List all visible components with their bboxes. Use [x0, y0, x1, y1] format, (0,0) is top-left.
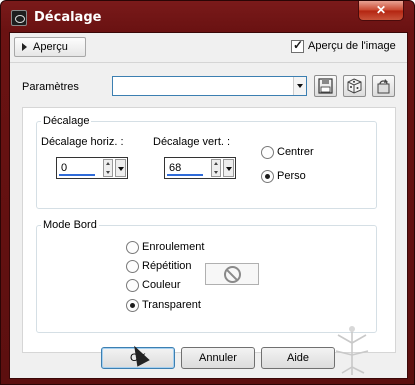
vertical-offset-value: 68 [169, 162, 182, 174]
preview-toggle-button[interactable]: Aperçu [14, 37, 86, 57]
presets-label: Paramètres [22, 81, 79, 93]
close-button[interactable]: ✕ [358, 1, 404, 21]
transparent-radio[interactable] [126, 299, 139, 312]
wrap-radio-label: Enroulement [142, 241, 205, 253]
no-color-icon [224, 266, 241, 283]
window-title: Décalage [34, 10, 102, 25]
vertical-offset-spinner[interactable]: 68 [164, 157, 236, 179]
wrap-radio[interactable] [126, 241, 139, 254]
repeat-radio-label: Répétition [142, 260, 192, 272]
random-preset-button[interactable] [343, 75, 366, 97]
preview-checkbox-label: Aperçu de l'image [308, 40, 396, 52]
color-swatch[interactable] [205, 263, 259, 285]
expand-arrow-icon [22, 43, 27, 51]
spin-dropdown-icon[interactable] [223, 159, 234, 177]
horizontal-offset-value: 0 [61, 162, 68, 174]
offset-group: Décalage Décalage horiz. : 0 Décalage ve… [36, 115, 377, 209]
separator [10, 62, 407, 63]
custom-radio-label: Perso [277, 170, 306, 182]
save-preset-button[interactable] [314, 75, 337, 97]
value-underline [167, 174, 203, 176]
horizontal-offset-spinner[interactable]: 0 [56, 157, 128, 179]
center-radio[interactable] [261, 146, 274, 159]
vertical-offset-label: Décalage vert. : [153, 136, 231, 148]
horizontal-offset-label: Décalage horiz. : [41, 136, 124, 148]
spin-dropdown-icon[interactable] [115, 159, 126, 177]
dropdown-arrow-icon[interactable] [293, 77, 306, 95]
color-radio-label: Couleur [142, 279, 181, 291]
save-icon [318, 78, 333, 94]
repeat-radio[interactable] [126, 260, 139, 273]
reset-preset-button[interactable] [372, 75, 395, 97]
preview-checkbox[interactable]: ✓ [291, 38, 304, 53]
offset-group-title: Décalage [41, 115, 92, 127]
custom-radio[interactable] [261, 170, 274, 183]
app-icon [11, 10, 27, 26]
reset-icon [377, 79, 390, 94]
settings-panel: Décalage Décalage horiz. : 0 Décalage ve… [22, 107, 396, 353]
center-radio-label: Centrer [277, 146, 314, 158]
help-button[interactable]: Aide [261, 347, 335, 369]
presets-dropdown[interactable] [112, 76, 307, 96]
title-bar[interactable]: Décalage ✕ [1, 1, 414, 33]
spin-updown-icon[interactable] [211, 159, 221, 177]
spin-updown-icon[interactable] [103, 159, 113, 177]
preview-toggle-label: Aperçu [33, 41, 68, 53]
cancel-button[interactable]: Annuler [181, 347, 255, 369]
color-radio[interactable] [126, 279, 139, 292]
dialog-body: Aperçu ✓ Aperçu de l'image Paramètres Dé… [9, 32, 408, 379]
checkmark-icon: ✓ [293, 38, 304, 52]
dice-icon [347, 78, 362, 94]
transparent-radio-label: Transparent [142, 299, 201, 311]
dialog-window: Décalage ✕ Aperçu ✓ Aperçu de l'image Pa… [0, 0, 415, 385]
border-mode-group-title: Mode Bord [41, 219, 99, 231]
value-underline [59, 174, 95, 176]
